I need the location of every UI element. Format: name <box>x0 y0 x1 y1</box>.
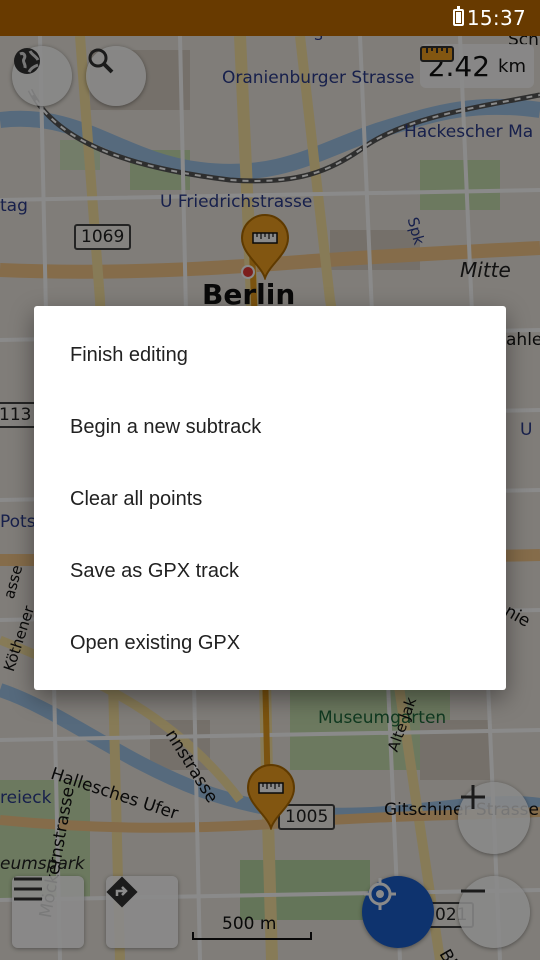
battery-icon <box>453 6 464 26</box>
status-time: 15:37 <box>466 6 526 30</box>
menu-item-save-gpx[interactable]: Save as GPX track <box>34 535 506 607</box>
menu-item-new-subtrack[interactable]: Begin a new subtrack <box>34 391 506 463</box>
track-options-menu: Finish editing Begin a new subtrack Clea… <box>34 306 506 690</box>
menu-item-finish-editing[interactable]: Finish editing <box>34 319 506 391</box>
menu-item-open-gpx[interactable]: Open existing GPX <box>34 607 506 679</box>
status-bar: 15:37 <box>0 0 540 36</box>
menu-item-clear-points[interactable]: Clear all points <box>34 463 506 535</box>
